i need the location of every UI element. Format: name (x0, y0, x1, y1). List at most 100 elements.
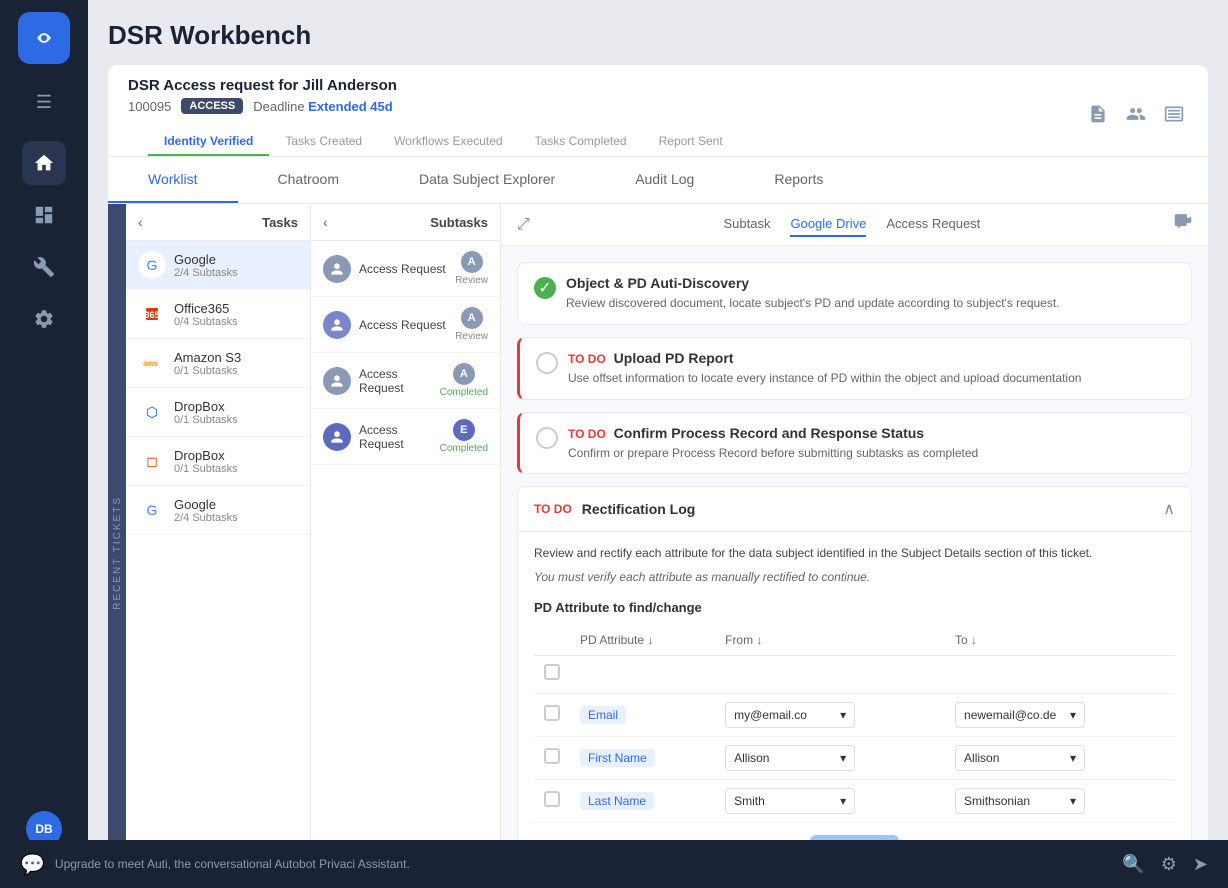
task-icon-office365: 365 (138, 300, 166, 328)
task-detail-item-1: ✓ Object & PD Auti-Discovery Review disc… (517, 262, 1192, 325)
ticket-header-right (1084, 100, 1188, 133)
subtask-item-1[interactable]: Access Request A Review (311, 241, 500, 297)
select-from-lastname[interactable]: Smith ▾ (725, 788, 855, 814)
subtasks-panel-header: ‹ Subtasks (311, 204, 500, 241)
task-item-google-1[interactable]: G Google 2/4 Subtasks (126, 241, 310, 290)
tab-reports[interactable]: Reports (734, 157, 863, 203)
tasks-nav-back[interactable]: ‹ (138, 214, 143, 230)
task-item-amazon-s3[interactable]: aws Amazon S3 0/1 Subtasks (126, 339, 310, 388)
tasks-panel-header: ‹ Tasks (126, 204, 310, 241)
check-done-1: ✓ (534, 277, 556, 299)
checkbox-0[interactable] (544, 664, 560, 680)
svg-text:⬡: ⬡ (146, 404, 158, 420)
sidebar-item-dashboard[interactable] (22, 193, 66, 237)
task-item-dropbox-1[interactable]: ⬡ DropBox 0/1 Subtasks (126, 388, 310, 437)
filter-icon[interactable]: ⚙ (1161, 854, 1177, 875)
progress-tabs: Identity Verified Tasks Created Workflow… (128, 126, 759, 156)
detail-tab-access-request[interactable]: Access Request (886, 212, 980, 237)
select-to-email[interactable]: newemail@co.de ▾ (955, 702, 1085, 728)
progress-tab-completed[interactable]: Tasks Completed (519, 126, 643, 156)
tab-data-subject[interactable]: Data Subject Explorer (379, 157, 595, 203)
select-to-lastname[interactable]: Smithsonian ▾ (955, 788, 1085, 814)
table-row-header-empty (534, 656, 1175, 694)
task-item-dropbox-2[interactable]: ◻ DropBox 0/1 Subtasks (126, 437, 310, 486)
task-subtasks-dropbox-1: 0/1 Subtasks (174, 414, 298, 426)
ticket-id: 100095 (128, 99, 171, 114)
progress-tab-tasks[interactable]: Tasks Created (269, 126, 378, 156)
subtask-info-4: Access Request (359, 423, 432, 451)
subtask-info-1: Access Request (359, 262, 447, 276)
task-info-office365: Office365 0/4 Subtasks (174, 301, 298, 328)
task-name-google-2: Google (174, 497, 298, 512)
ticket-action-2[interactable] (1122, 100, 1150, 133)
field-lastname: Last Name (580, 792, 654, 810)
task-detail-desc-1: Review discovered document, locate subje… (566, 295, 1175, 312)
checkbox-email[interactable] (544, 705, 560, 721)
arrow-icon[interactable]: ➤ (1193, 854, 1208, 875)
search-icon[interactable]: 🔍 (1122, 854, 1144, 875)
progress-tab-identity[interactable]: Identity Verified (148, 126, 269, 156)
task-detail-title-2: TO DO Upload PD Report (568, 350, 1175, 366)
select-to-firstname[interactable]: Allison ▾ (955, 745, 1085, 771)
subtasks-nav-back[interactable]: ‹ (323, 214, 328, 230)
table-row-email: Email my@email.co ▾ (534, 694, 1175, 737)
check-todo-2 (536, 352, 558, 374)
subtask-status-1: Review (455, 275, 488, 286)
task-item-office365[interactable]: 365 Office365 0/4 Subtasks (126, 290, 310, 339)
bottom-chat: 💬 Upgrade to meet Auti, the conversation… (20, 852, 410, 877)
subtask-item-2[interactable]: Access Request A Review (311, 297, 500, 353)
col-from: From ↓ (715, 625, 945, 656)
tab-chatroom[interactable]: Chatroom (238, 157, 379, 203)
subtask-item-3[interactable]: Access Request A Completed (311, 353, 500, 409)
svg-text:aws: aws (143, 359, 159, 368)
task-subtasks-dropbox-2: 0/1 Subtasks (174, 463, 298, 475)
checkbox-firstname[interactable] (544, 748, 560, 764)
subtask-info-2: Access Request (359, 318, 447, 332)
select-from-email[interactable]: my@email.co ▾ (725, 702, 855, 728)
task-info-google-1: Google 2/4 Subtasks (174, 252, 298, 279)
expand-button[interactable]: ⤢ (517, 216, 530, 234)
ticket-deadline: Deadline Extended 45d (253, 99, 392, 114)
subtasks-panel: ‹ Subtasks Access Request (311, 204, 501, 873)
from-email-chevron: ▾ (840, 708, 846, 722)
detail-tab-subtask[interactable]: Subtask (724, 212, 771, 237)
detail-tab-google-drive[interactable]: Google Drive (790, 212, 866, 237)
task-name-dropbox-1: DropBox (174, 399, 298, 414)
rect-desc: Review and rectify each attribute for th… (534, 544, 1175, 562)
task-item-google-2[interactable]: G Google 2/4 Subtasks (126, 486, 310, 535)
rect-title: Rectification Log (582, 501, 696, 517)
app-logo[interactable] (18, 12, 70, 64)
todo-label-3: TO DO (568, 427, 606, 441)
rect-note: You must verify each attribute as manual… (534, 570, 1175, 584)
bottom-actions: 🔍 ⚙ ➤ (1122, 854, 1208, 875)
hamburger-menu[interactable]: ☰ (28, 84, 60, 121)
subtask-item-4[interactable]: Access Request E Completed (311, 409, 500, 465)
sidebar-item-tools[interactable] (22, 245, 66, 289)
sidebar-item-settings[interactable] (22, 297, 66, 341)
task-icon-dropbox-2: ◻ (138, 447, 166, 475)
col-checkbox (534, 625, 570, 656)
tab-worklist[interactable]: Worklist (108, 157, 238, 203)
subtask-badge-2: A (461, 307, 483, 329)
col-pd-attribute: PD Attribute ↓ (570, 625, 715, 656)
task-detail-title-3: TO DO Confirm Process Record and Respons… (568, 425, 1175, 441)
recent-tickets-bar[interactable]: RECENT TICKETS (108, 204, 126, 873)
checkbox-lastname[interactable] (544, 791, 560, 807)
pd-table: PD Attribute ↓ From ↓ To ↓ (534, 625, 1175, 823)
task-info-dropbox-2: DropBox 0/1 Subtasks (174, 448, 298, 475)
progress-tab-workflows[interactable]: Workflows Executed (378, 126, 519, 156)
ticket-action-1[interactable] (1084, 100, 1112, 133)
progress-tab-report[interactable]: Report Sent (643, 126, 739, 156)
check-todo-3 (536, 427, 558, 449)
to-lastname-value: Smithsonian (964, 794, 1030, 808)
tasks-header-label: Tasks (262, 215, 298, 230)
sidebar-item-home[interactable] (22, 141, 66, 185)
subtask-status-4: Completed (440, 443, 488, 454)
subtask-badge-3: A (453, 363, 475, 385)
comment-icon[interactable] (1174, 213, 1192, 236)
task-icon-google: G (138, 251, 166, 279)
tab-audit[interactable]: Audit Log (595, 157, 734, 203)
ticket-action-3[interactable] (1160, 100, 1188, 133)
select-from-firstname[interactable]: Allison ▾ (725, 745, 855, 771)
rect-collapse-btn[interactable]: ∧ (1163, 499, 1175, 519)
